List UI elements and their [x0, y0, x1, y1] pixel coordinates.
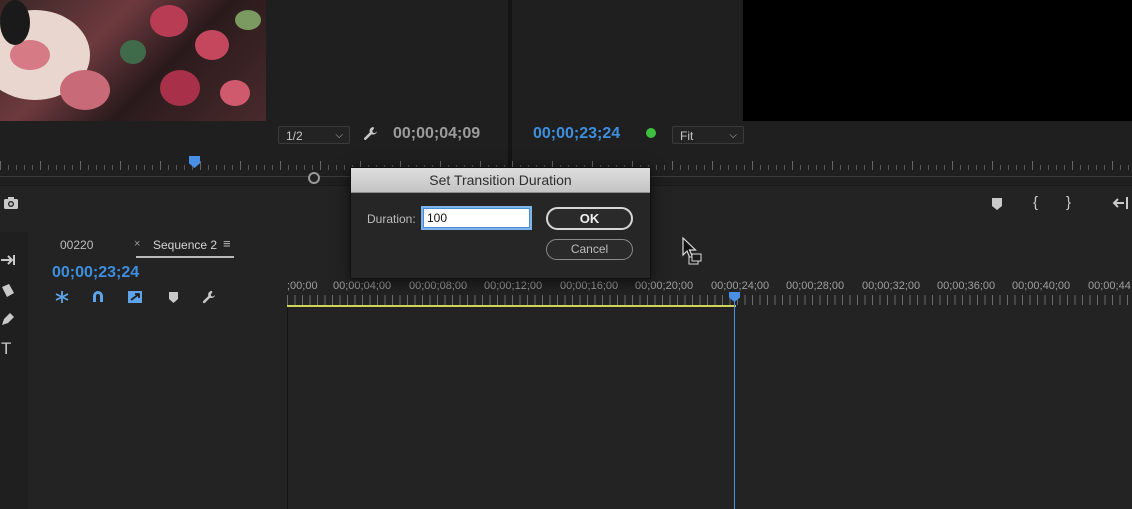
track-select-forward-icon[interactable]	[0, 253, 16, 272]
linked-selection-icon[interactable]	[127, 290, 143, 309]
go-to-in-icon[interactable]	[1112, 196, 1130, 215]
chevron-down-icon: ⌵	[335, 130, 343, 141]
status-dot	[646, 128, 656, 138]
source-resolution-value: 1/2	[286, 129, 303, 143]
timeline-settings-wrench-icon[interactable]	[201, 289, 218, 311]
timeline-track-area[interactable]	[287, 308, 1132, 509]
ruler-label: 00;00;24;00	[711, 280, 770, 292]
program-zoom-value: Fit	[680, 129, 694, 143]
mark-out-icon[interactable]: }	[1066, 194, 1071, 211]
mark-in-icon[interactable]: {	[1033, 194, 1038, 211]
program-monitor-video-frame	[743, 0, 1132, 121]
panel-menu-icon[interactable]: ≡	[223, 236, 231, 251]
ruler-label: 00;00;12;00	[484, 280, 543, 292]
snap-magnet-icon[interactable]	[91, 290, 105, 309]
ruler-label: 00;00;16;00	[560, 280, 619, 292]
timeline-playhead-line[interactable]	[734, 298, 735, 509]
active-tab-indicator	[136, 256, 234, 258]
tab-sequence-2[interactable]: Sequence 2	[153, 238, 217, 252]
ok-button[interactable]: OK	[546, 207, 633, 230]
source-zoom-handle[interactable]	[308, 172, 320, 184]
camera-icon[interactable]	[3, 196, 19, 215]
add-marker-icon[interactable]	[991, 197, 1003, 216]
mouse-pointer-icon	[682, 236, 704, 267]
close-tab-icon[interactable]: ×	[134, 238, 140, 250]
ruler-label: 00;00;20;00	[635, 280, 694, 292]
ruler-label: 00;00;36;00	[937, 280, 996, 292]
razor-icon[interactable]	[0, 283, 16, 304]
pen-icon[interactable]	[0, 311, 16, 332]
source-monitor-video-frame	[0, 0, 266, 121]
tools-panel	[0, 232, 28, 509]
add-marker-timeline-icon[interactable]	[168, 291, 179, 309]
program-zoom-dropdown[interactable]: Fit ⌵	[672, 126, 744, 144]
dialog-title[interactable]: Set Transition Duration	[351, 168, 650, 193]
ruler-label: 00;00;40;00	[1012, 280, 1071, 292]
nest-sequence-icon[interactable]	[54, 290, 70, 309]
ruler-label: 00;00;28;00	[786, 280, 845, 292]
type-tool-icon[interactable]: T	[1, 339, 11, 359]
source-resolution-dropdown[interactable]: 1/2 ⌵	[278, 126, 350, 144]
ruler-label: 00;00;44	[1088, 280, 1131, 292]
ruler-label: 00;00;08;00	[409, 280, 468, 292]
wrench-icon[interactable]	[362, 125, 380, 148]
duration-input[interactable]	[421, 206, 532, 230]
duration-label: Duration:	[367, 212, 416, 226]
timeline-time-ruler[interactable]	[287, 295, 1132, 305]
work-area-bar[interactable]	[287, 305, 736, 307]
set-transition-duration-dialog: Set Transition Duration Duration: OK Can…	[350, 167, 651, 279]
cancel-button[interactable]: Cancel	[546, 239, 633, 260]
tab-00220[interactable]: 00220	[60, 238, 93, 252]
ruler-label: ;00;00	[287, 280, 318, 292]
program-timecode[interactable]: 00;00;23;24	[533, 125, 620, 143]
source-timecode[interactable]: 00;00;04;09	[393, 125, 480, 143]
ruler-label: 00;00;32;00	[862, 280, 921, 292]
timeline-timecode[interactable]: 00;00;23;24	[52, 264, 139, 282]
ruler-label: 00;00;04;00	[333, 280, 392, 292]
chevron-down-icon: ⌵	[729, 130, 737, 141]
